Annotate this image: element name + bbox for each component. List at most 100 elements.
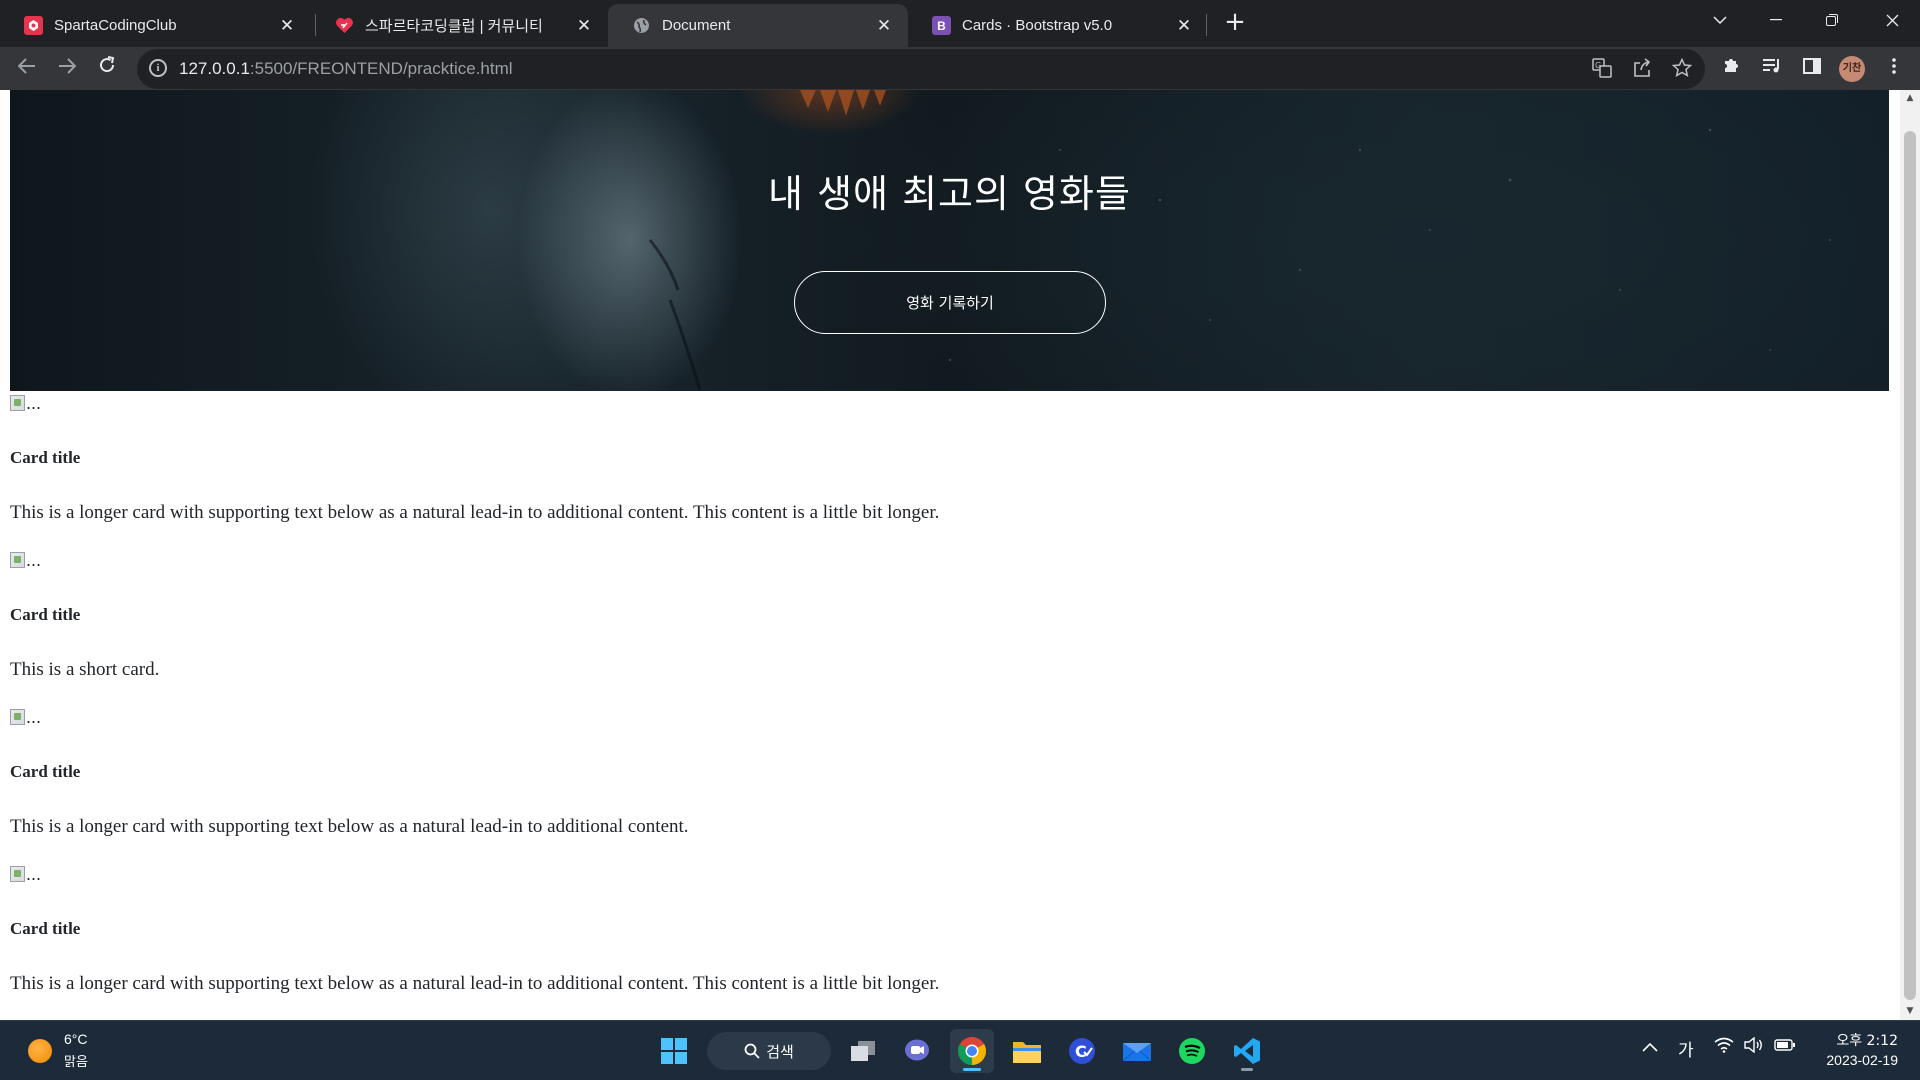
side-panel-icon[interactable] (1798, 55, 1826, 83)
card-title: Card title (10, 448, 81, 467)
media-queue-icon[interactable] (1758, 55, 1786, 83)
card-list: ... Card title This is a longer card wit… (10, 391, 1880, 1019)
mail-icon[interactable] (1115, 1029, 1159, 1073)
heart-chat-icon (335, 16, 354, 35)
close-tab-icon[interactable]: ✕ (277, 16, 297, 36)
address-bar[interactable]: i 127.0.0.1:5500/FREONTEND/pracktice.htm… (137, 49, 1705, 89)
profile-avatar[interactable]: 기찬 (1839, 56, 1865, 82)
card: ... Card title This is a longer card wit… (10, 862, 1880, 1019)
svg-text:C: C (1075, 1042, 1087, 1061)
card: ... Card title This is a short card. (10, 548, 1880, 705)
minimize-button[interactable] (1748, 0, 1804, 40)
card-image-alt: ... (26, 549, 42, 570)
close-tab-icon[interactable]: ✕ (574, 16, 594, 36)
card-image-alt: ... (26, 392, 42, 413)
card: ... Card title This is a longer card wit… (10, 705, 1880, 862)
card-text: This is a longer card with supporting te… (10, 502, 940, 523)
running-app-indicator (1241, 1068, 1253, 1071)
url-path: :5500/FREONTEND/pracktice.html (249, 59, 513, 78)
wifi-icon[interactable] (1714, 1037, 1734, 1058)
globe-icon (632, 16, 651, 35)
active-app-indicator (963, 1068, 981, 1071)
new-tab-button[interactable]: + (1221, 8, 1249, 36)
show-hidden-icons-chevron-icon[interactable] (1642, 1037, 1658, 1057)
browser-tab-strip: SpartaCodingClub ✕ 스파르타코딩클럽 | 커뮤니티 ✕ Doc… (0, 0, 1920, 47)
browser-toolbar: i 127.0.0.1:5500/FREONTEND/pracktice.htm… (0, 47, 1920, 90)
bookmark-star-icon[interactable] (1670, 57, 1694, 82)
page-viewport: 내 생애 최고의 영화들 영화 기록하기 ... Card title This… (0, 90, 1900, 1020)
start-button[interactable] (652, 1029, 696, 1073)
close-tab-icon[interactable]: ✕ (1174, 16, 1194, 36)
tab-document[interactable]: Document ✕ (608, 4, 908, 47)
card-image-broken: ... (10, 548, 41, 572)
card-image-alt: ... (26, 706, 42, 727)
weather-description[interactable]: 맑음 (64, 1051, 88, 1070)
ime-indicator[interactable]: 가 (1678, 1036, 1694, 1061)
volume-icon[interactable] (1744, 1036, 1764, 1058)
scroll-up-arrow-icon[interactable]: ▲ (1900, 90, 1920, 107)
svg-text:G: G (1595, 61, 1601, 70)
url-text[interactable]: 127.0.0.1:5500/FREONTEND/pracktice.html (179, 59, 513, 79)
tab-divider (1206, 14, 1207, 36)
search-icon (744, 1043, 760, 1059)
vscode-icon[interactable] (1225, 1029, 1269, 1073)
hero-banner: 내 생애 최고의 영화들 영화 기록하기 (10, 90, 1889, 391)
battery-icon[interactable] (1774, 1037, 1796, 1057)
task-view-icon[interactable] (841, 1029, 885, 1073)
card-image-broken: ... (10, 391, 41, 415)
broken-image-icon (10, 709, 25, 725)
tab-title: SpartaCodingClub (54, 17, 177, 34)
windows-taskbar: 6°C 맑음 검색 C 가 오후 2:12 2023-02-19 (0, 1020, 1920, 1080)
share-icon[interactable] (1630, 58, 1654, 82)
card-title: Card title (10, 762, 81, 781)
tab-title: Document (662, 17, 731, 34)
clock-date[interactable]: 2023-02-19 (1810, 1052, 1898, 1068)
card-text: This is a short card. (10, 659, 160, 680)
broken-image-icon (10, 552, 25, 568)
reload-button[interactable] (92, 53, 122, 83)
hero-title: 내 생애 최고의 영화들 (768, 172, 1131, 216)
card-image-broken: ... (10, 705, 41, 729)
url-host: 127.0.0.1 (179, 59, 250, 78)
broken-image-icon (10, 395, 25, 411)
tab-community[interactable]: 스파르타코딩클럽 | 커뮤니티 ✕ (311, 4, 608, 47)
scroll-down-arrow-icon[interactable]: ▼ (1900, 1003, 1920, 1020)
site-info-icon[interactable]: i (149, 59, 167, 77)
card: ... Card title This is a longer card wit… (10, 391, 1880, 548)
card-image-alt: ... (26, 863, 42, 884)
extensions-puzzle-icon[interactable] (1718, 55, 1746, 83)
tab-title: Cards · Bootstrap v5.0 (962, 17, 1113, 34)
back-button[interactable] (12, 53, 42, 83)
card-text: This is a longer card with supporting te… (10, 816, 689, 837)
clock-time[interactable]: 오후 2:12 (1830, 1030, 1898, 1050)
scrollbar-thumb[interactable] (1904, 131, 1916, 1000)
page-scrollbar[interactable]: ▲ ▼ (1900, 90, 1920, 1020)
forward-button[interactable] (52, 53, 82, 83)
tab-bootstrap-cards[interactable]: B Cards · Bootstrap v5.0 ✕ (908, 4, 1208, 47)
taskbar-search[interactable]: 검색 (707, 1032, 831, 1070)
spotify-icon[interactable] (1170, 1029, 1214, 1073)
dictionary-app-icon[interactable]: C (1060, 1029, 1104, 1073)
tab-title: 스파르타코딩클럽 | 커뮤니티 (365, 18, 543, 35)
file-explorer-icon[interactable] (1005, 1029, 1049, 1073)
translate-icon[interactable]: G (1590, 58, 1614, 82)
sparta-icon (24, 16, 43, 35)
more-menu-icon[interactable] (1880, 55, 1908, 83)
teams-chat-icon[interactable] (895, 1029, 939, 1073)
card-title: Card title (10, 605, 81, 624)
broken-image-icon (10, 866, 25, 882)
weather-sun-icon[interactable] (28, 1039, 52, 1063)
close-window-button[interactable] (1864, 0, 1920, 40)
chrome-taskbar-icon[interactable] (950, 1029, 994, 1073)
weather-temperature[interactable]: 6°C (64, 1031, 88, 1047)
tab-spartacodingclub[interactable]: SpartaCodingClub ✕ (0, 4, 311, 47)
hero-background-texture (648, 90, 1831, 391)
tab-search-chevron-icon[interactable] (1692, 0, 1748, 40)
card-title: Card title (10, 919, 81, 938)
record-movie-button[interactable]: 영화 기록하기 (794, 271, 1106, 334)
card-image-broken: ... (10, 862, 41, 886)
card-text: This is a longer card with supporting te… (10, 973, 940, 994)
close-tab-icon[interactable]: ✕ (874, 16, 894, 36)
bootstrap-icon: B (932, 16, 951, 35)
restore-button[interactable] (1804, 0, 1860, 40)
